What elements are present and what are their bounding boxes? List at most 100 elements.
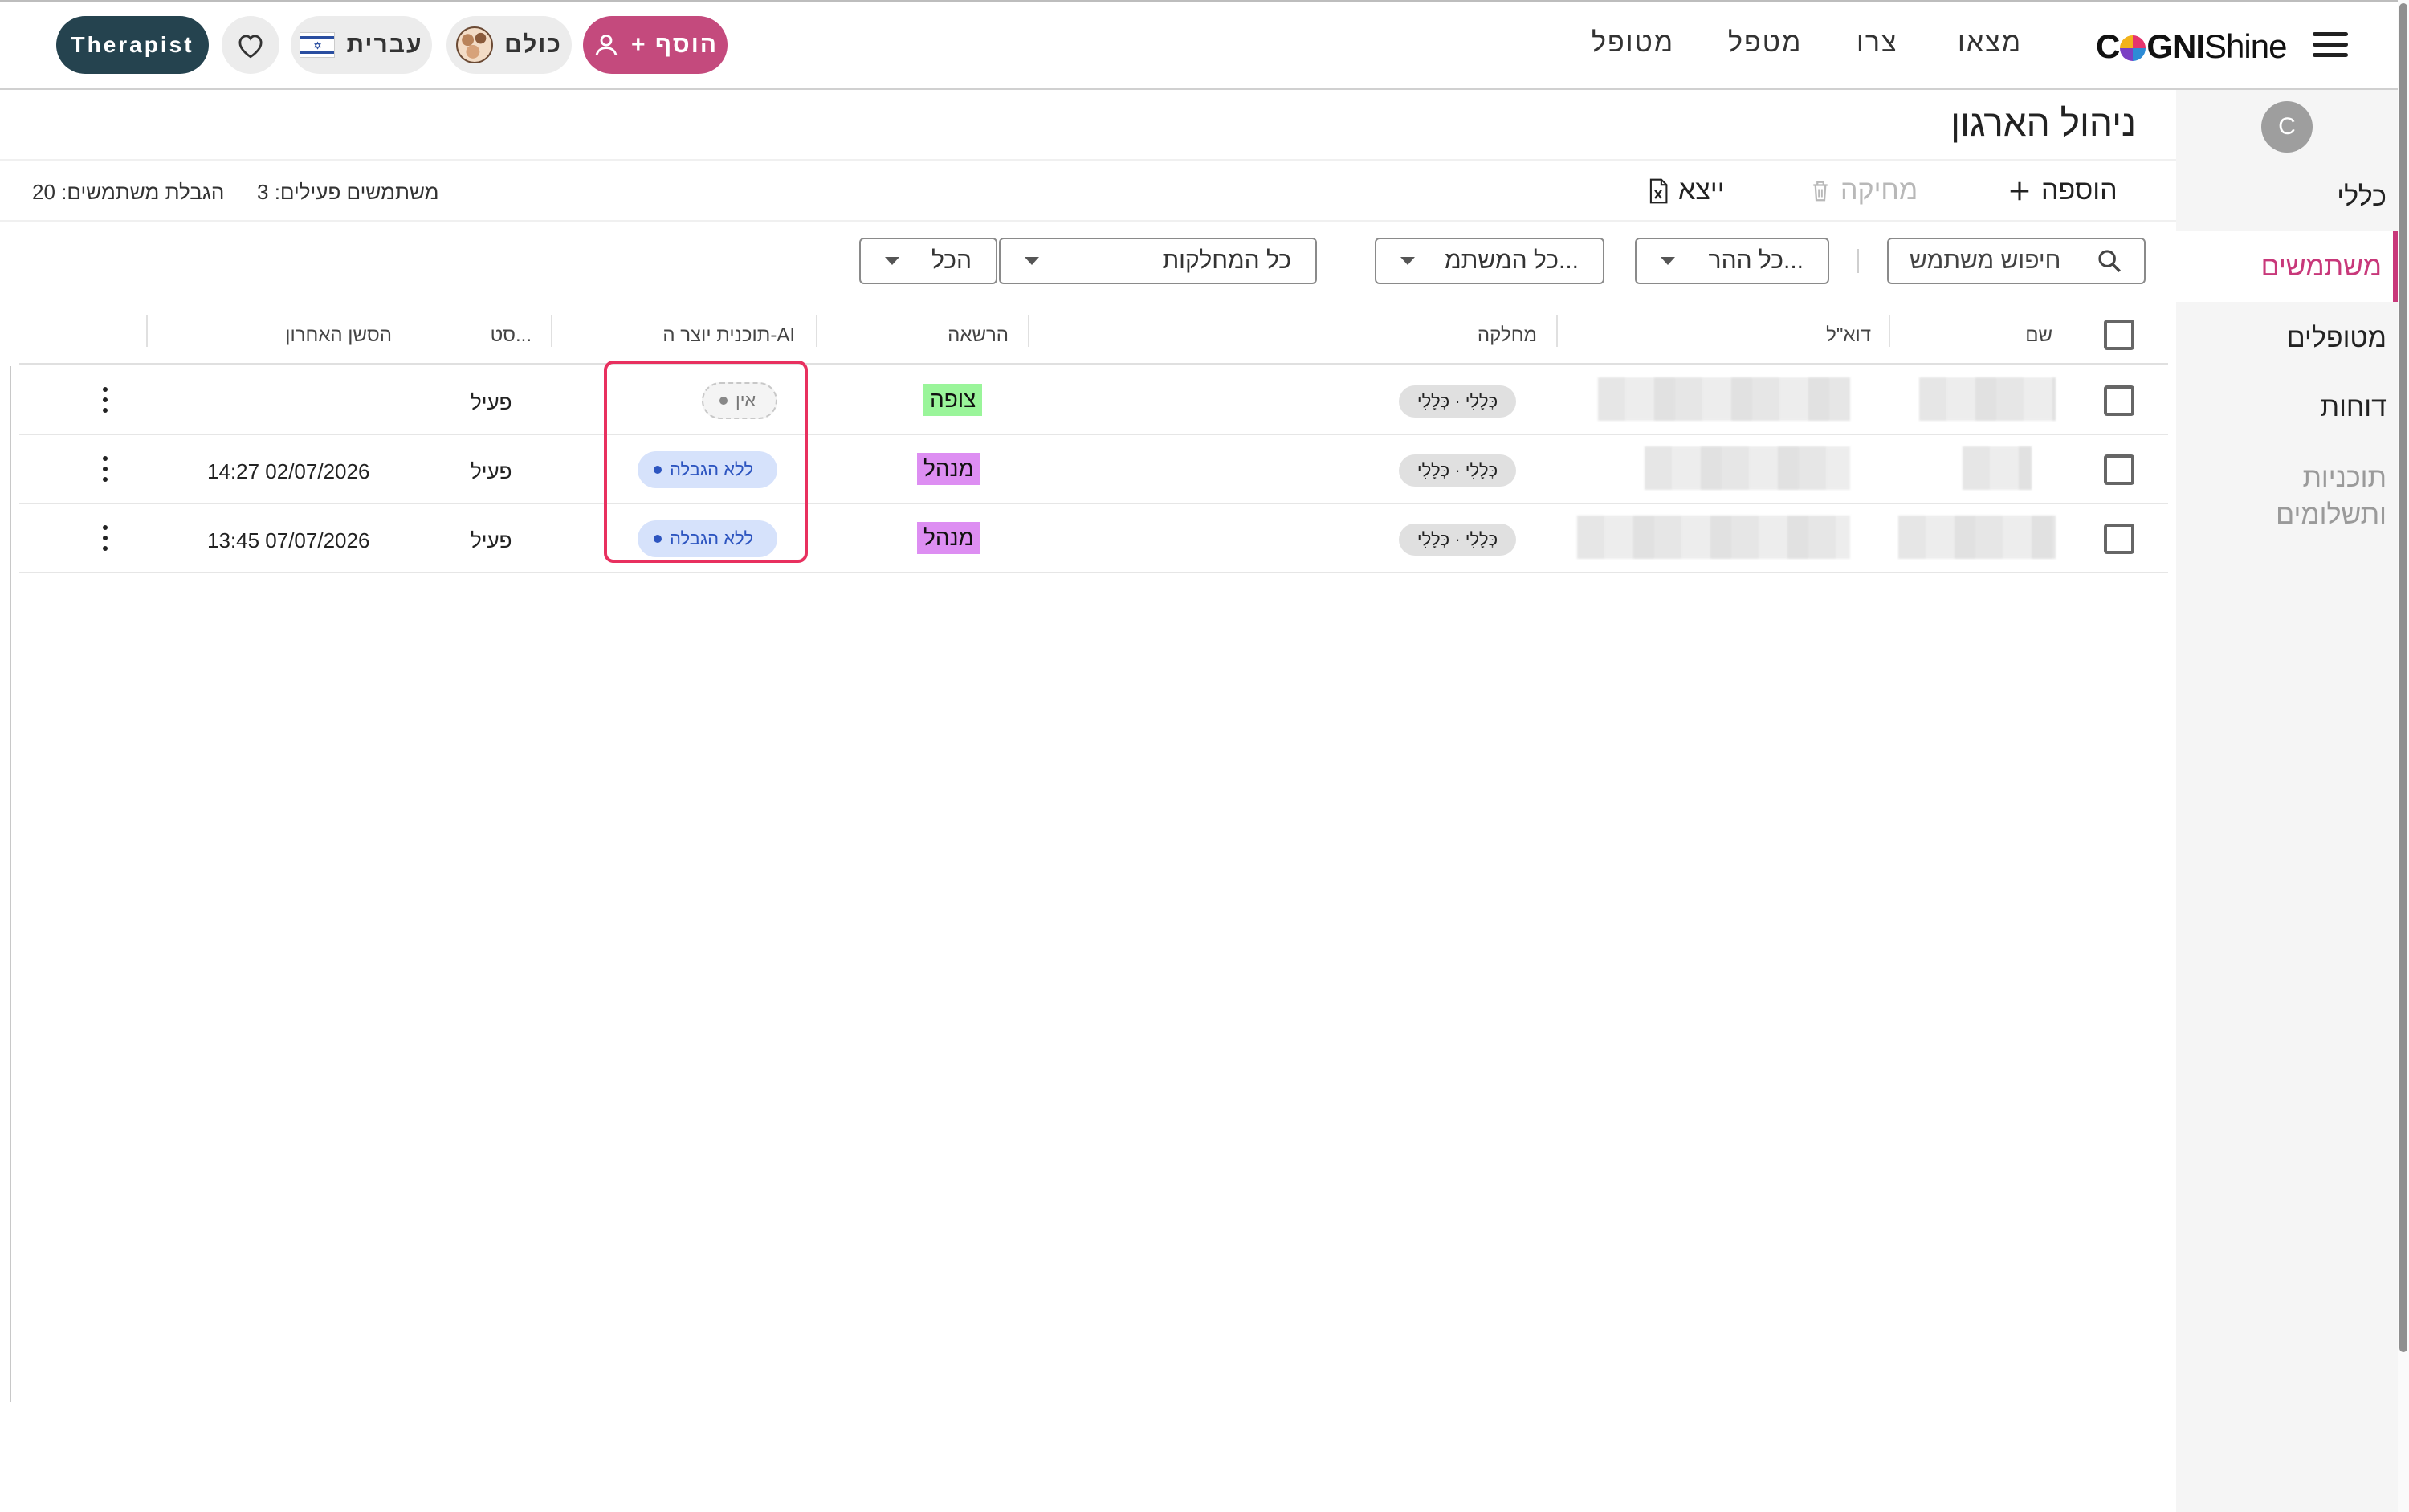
delete-button[interactable]: מחיקה [1810, 175, 1918, 206]
status-text: פעיל [471, 390, 512, 414]
row-actions-icon[interactable] [96, 384, 114, 416]
table-row[interactable]: כְּלָלִי · כְּלָלִי מנהל ללא הגבלה פעיל … [19, 504, 2168, 573]
sidebar-item-general[interactable]: כללי [2337, 178, 2387, 215]
table-left-edge [10, 366, 11, 1402]
header-email[interactable]: דוא"ל [1826, 324, 1871, 347]
chevron-down-icon [1400, 257, 1415, 265]
row-actions-icon[interactable] [96, 453, 114, 485]
search-input[interactable]: חיפוש משתמש [1887, 238, 2146, 284]
sidebar: C כללי משתמשים מטופלים דוחות תוכניות ותש… [2176, 90, 2398, 1512]
permissions-filter[interactable]: כל ההר... [1635, 238, 1829, 284]
last-login-text: 14:27 02/07/2026 [207, 459, 370, 483]
excel-file-icon [1649, 178, 1668, 203]
logo-bold-rest: GNI [2146, 27, 2205, 65]
sidebar-item-plans-payments[interactable]: תוכניות ותשלומים [2276, 459, 2387, 533]
add-button-label: + הוסף [630, 31, 719, 58]
header-permission[interactable]: הרשאה [948, 324, 1009, 347]
select-all-checkbox[interactable] [2104, 320, 2134, 350]
language-label: עברית [346, 31, 423, 58]
column-divider [816, 315, 817, 347]
nav-create[interactable]: צרו [1857, 27, 1898, 59]
search-icon [2098, 250, 2121, 272]
permission-badge: צופה [923, 384, 983, 416]
table-row[interactable]: כְּלָלִי · כְּלָלִי צופה אין פעיל [19, 366, 2168, 435]
users-table: שם דוא"ל מחלקה הרשאה תוכנית יוצר ה-AI סט… [19, 308, 2168, 573]
permission-badge: מנהל [917, 453, 980, 485]
column-divider [146, 315, 148, 347]
everyone-label: כולם [504, 31, 562, 58]
table-row[interactable]: כְּלָלִי · כְּלָלִי מנהל ללא הגבלה פעיל … [19, 435, 2168, 504]
header-ai-plan[interactable]: תוכנית יוצר ה-AI [662, 324, 795, 347]
row-checkbox[interactable] [2104, 524, 2134, 554]
header-last-login[interactable]: הסשן האחרון [285, 324, 392, 347]
add-user-button[interactable]: הוספה [2008, 175, 2118, 206]
israel-flag-icon: ✡ [300, 32, 336, 58]
scrollbar-thumb[interactable] [2399, 3, 2407, 1352]
export-button[interactable]: ייצא [1648, 175, 1725, 206]
logo-bold-part: C [2096, 27, 2120, 65]
redacted-email [1645, 446, 1850, 490]
nav-therapist[interactable]: מטפל [1728, 27, 1802, 59]
permissions-filter-value: כל ההר... [1708, 247, 1804, 274]
row-actions-icon[interactable] [96, 522, 114, 554]
header-department[interactable]: מחלקה [1478, 324, 1537, 347]
sidebar-item-patients[interactable]: מטופלים [2287, 320, 2387, 357]
users-filter-value: כל המשתמ... [1445, 247, 1579, 274]
filter-separator [1857, 249, 1859, 273]
permission-badge: מנהל [917, 522, 980, 554]
sidebar-item-reports[interactable]: דוחות [2321, 389, 2387, 426]
divider [0, 220, 2176, 222]
column-divider [1028, 315, 1029, 347]
header-status[interactable]: סט... [491, 324, 532, 347]
redacted-name [1919, 377, 2056, 421]
avatar[interactable]: C [2261, 101, 2313, 153]
redacted-email [1598, 377, 1850, 421]
column-divider [551, 315, 552, 347]
table-header: שם דוא"ל מחלקה הרשאה תוכנית יוצר ה-AI סט… [19, 308, 2168, 365]
favorites-button[interactable] [222, 16, 279, 74]
language-selector[interactable]: ✡ עברית [291, 16, 432, 74]
search-placeholder: חיפוש משתמש [1910, 247, 2061, 274]
header-name[interactable]: שם [2025, 324, 2052, 347]
last-login-text: 13:45 07/07/2026 [207, 528, 370, 552]
nav-patient[interactable]: מטופל [1592, 27, 1674, 59]
person-add-icon [595, 34, 618, 56]
all-filter-value: הכל [931, 247, 972, 274]
ai-plan-highlight-box [604, 361, 808, 563]
trash-icon [1813, 181, 1828, 201]
plus-icon [2010, 181, 2029, 200]
chevron-down-icon [1661, 257, 1675, 265]
menu-icon[interactable] [2313, 32, 2348, 59]
column-divider [1556, 315, 1558, 347]
active-users-count: משתמשים פעילים: 3 [257, 180, 439, 204]
row-checkbox[interactable] [2104, 454, 2134, 485]
logo-light-part: Shine [2204, 27, 2287, 65]
user-limit: הגבלת משתמשים: 20 [32, 180, 225, 204]
department-chip: כְּלָלִי · כְּלָלִי [1399, 524, 1516, 556]
redacted-name [1898, 516, 2056, 559]
sidebar-item-plans-line1: תוכניות [2302, 463, 2387, 493]
role-badge-button[interactable]: Therapist [56, 16, 209, 74]
redacted-name [1963, 446, 2032, 490]
nav-find[interactable]: מצאו [1958, 27, 2022, 59]
everyone-selector[interactable]: כולם [446, 16, 572, 74]
status-text: פעיל [471, 528, 512, 552]
departments-filter-value: כל המחלקות [1162, 247, 1291, 274]
page-title: ניהול הארגון [1950, 102, 2136, 144]
sidebar-item-users[interactable]: משתמשים [2176, 231, 2398, 302]
status-text: פעיל [471, 459, 512, 483]
row-checkbox[interactable] [2104, 385, 2134, 416]
sidebar-item-plans-line2: ותשלומים [2276, 499, 2387, 530]
departments-filter[interactable]: כל המחלקות [999, 238, 1317, 284]
users-filter[interactable]: כל המשתמ... [1375, 238, 1604, 284]
app-logo[interactable]: C GNI Shine [2096, 26, 2287, 67]
delete-label: מחיקה [1840, 175, 1918, 206]
department-chip: כְּלָלִי · כְּלָלִי [1399, 385, 1516, 418]
all-filter[interactable]: הכל [859, 238, 997, 284]
logo-ring-icon [2120, 35, 2146, 61]
add-button[interactable]: + הוסף [583, 16, 728, 74]
add-user-label: הוספה [2041, 175, 2118, 206]
chevron-down-icon [1025, 257, 1039, 265]
export-label: ייצא [1678, 175, 1725, 206]
top-navigation-bar: C GNI Shine מצאו צרו מטפל מטופל + הוסף כול… [0, 0, 2398, 90]
